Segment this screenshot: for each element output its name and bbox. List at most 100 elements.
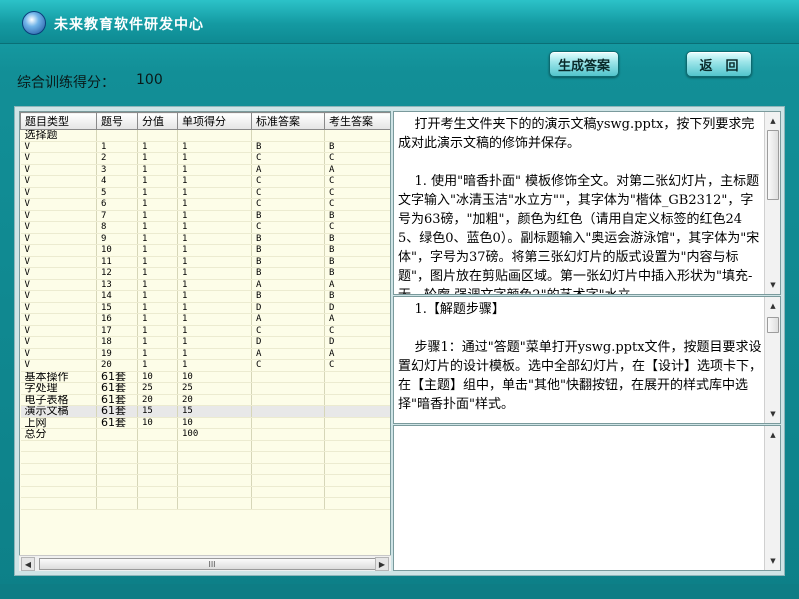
table-row[interactable]: 上网 61套 10 10	[20, 417, 390, 429]
table-row[interactable]: 总分 100	[20, 428, 390, 441]
empty-cell	[137, 451, 178, 464]
empty-cell	[251, 451, 325, 464]
table-cell: 1	[137, 152, 178, 165]
table-row[interactable]: V 19 1 1 A A	[20, 348, 390, 360]
back-button[interactable]: 返 回	[686, 51, 752, 77]
score-grid[interactable]: 题目类型 题号 分值 单项得分 标准答案 考生答案 选择题 V 1 1 1 B B V 2 1 1 C C V 3 1 1…	[19, 111, 391, 571]
table-cell: 字处理	[20, 382, 97, 395]
solution-scrollbar[interactable]: ▲ ▼	[764, 297, 780, 423]
table-cell: 9	[96, 233, 138, 245]
scroll-right-arrow-icon[interactable]: ▶	[375, 557, 389, 571]
table-cell	[251, 428, 325, 441]
table-row[interactable]: V 13 1 1 A A	[20, 279, 390, 291]
table-cell: C	[251, 221, 325, 234]
table-row[interactable]: 选择题	[20, 129, 390, 142]
scroll-up-arrow-icon[interactable]: ▲	[766, 299, 780, 313]
table-row[interactable]: V 18 1 1 D D	[20, 336, 390, 349]
table-row[interactable]: V811CC	[20, 221, 390, 234]
table-cell: C	[251, 325, 325, 337]
table-row[interactable]: V611CC	[20, 198, 390, 211]
table-cell: A	[251, 279, 325, 291]
table-cell: 1	[177, 152, 252, 165]
table-cell: D	[324, 336, 390, 349]
table-cell: B	[251, 267, 325, 280]
table-row[interactable]: V 14 1 1 B B	[20, 290, 390, 303]
empty-cell	[137, 497, 178, 510]
scroll-down-arrow-icon[interactable]: ▼	[766, 407, 780, 421]
blank-pane[interactable]: ▲ ▼	[393, 425, 781, 571]
table-row[interactable]: V211CC	[20, 152, 390, 165]
empty-cell	[177, 463, 252, 475]
empty-cell	[137, 463, 178, 475]
table-cell: 基本操作	[20, 371, 97, 383]
empty-cell	[177, 440, 252, 452]
app-logo-icon	[22, 11, 46, 35]
column-header[interactable]: 考生答案	[324, 112, 390, 130]
empty-cell	[251, 463, 325, 475]
table-cell: 18	[96, 336, 138, 349]
empty-cell	[96, 474, 138, 487]
column-header[interactable]: 标准答案	[251, 112, 325, 130]
table-row[interactable]: V 12 1 1 B B	[20, 267, 390, 280]
table-cell	[324, 129, 390, 142]
empty-cell	[324, 497, 390, 510]
solution-text-pane[interactable]: 1.【解题步骤】 步骤1：通过"答题"菜单打开yswg.pptx文件，按题目要求…	[393, 296, 781, 424]
table-cell: 1	[177, 336, 252, 349]
table-row[interactable]: V411CC	[20, 175, 390, 188]
table-row[interactable]: V 15 1 1 D D	[20, 302, 390, 314]
table-row[interactable]: V711BB	[20, 210, 390, 222]
table-cell: 1	[177, 279, 252, 291]
scroll-thumb[interactable]: III	[39, 558, 385, 570]
table-row[interactable]: V 16 1 1 A A	[20, 313, 390, 326]
empty-cell	[96, 463, 138, 475]
column-header[interactable]: 题号	[96, 112, 138, 130]
question-text-pane[interactable]: 打开考生文件夹下的的演示文稿yswg.pptx，按下列要求完成对此演示文稿的修饰…	[393, 111, 781, 295]
table-row[interactable]: V 17 1 1 C C	[20, 325, 390, 337]
table-cell: 选择题	[20, 129, 97, 142]
generate-answer-button[interactable]: 生成答案	[549, 51, 619, 77]
question-scroll-thumb[interactable]	[767, 130, 779, 200]
table-cell	[251, 371, 325, 383]
table-row[interactable]: 演示文稿 61套 15 15	[20, 405, 390, 418]
table-row[interactable]: V511CC	[20, 187, 390, 199]
table-cell: 100	[177, 428, 252, 441]
scroll-up-arrow-icon[interactable]: ▲	[766, 428, 780, 442]
table-cell	[324, 417, 390, 429]
empty-cell	[324, 451, 390, 464]
table-body: 选择题 V 1 1 1 B B V 2 1 1 C C V 3 1 1 A A V 4 1 1 C C V 5 1 1 C C V 6 1 1 C C V…	[20, 129, 390, 510]
table-cell: C	[251, 175, 325, 188]
table-cell: 1	[177, 233, 252, 245]
table-cell: 1	[177, 244, 252, 257]
question-scrollbar[interactable]: ▲ ▼	[764, 112, 780, 294]
table-row[interactable]: 字处理 61套 25 25	[20, 382, 390, 395]
table-cell: 1	[177, 175, 252, 188]
table-cell	[96, 129, 138, 142]
table-row[interactable]: V 10 1 1 B B	[20, 244, 390, 257]
empty-cell	[324, 463, 390, 475]
table-cell: 1	[177, 198, 252, 211]
scroll-down-arrow-icon[interactable]: ▼	[766, 554, 780, 568]
scroll-up-arrow-icon[interactable]: ▲	[766, 114, 780, 128]
grid-horizontal-scrollbar[interactable]: ◀ III ▶	[19, 555, 391, 571]
table-cell: B	[324, 210, 390, 222]
table-row[interactable]: V911BB	[20, 233, 390, 245]
table-cell	[96, 428, 138, 441]
table-row[interactable]: V311AA	[20, 164, 390, 176]
scroll-down-arrow-icon[interactable]: ▼	[766, 278, 780, 292]
column-header[interactable]: 题目类型	[20, 112, 97, 130]
table-cell: V	[20, 313, 97, 326]
solution-scroll-thumb[interactable]	[767, 317, 779, 333]
blank-pane-scrollbar[interactable]: ▲ ▼	[764, 426, 780, 570]
table-cell: 上网	[20, 417, 97, 429]
column-header[interactable]: 单项得分	[177, 112, 252, 130]
table-row[interactable]: 基本操作 61套 10 10	[20, 371, 390, 383]
column-header[interactable]: 分值	[137, 112, 178, 130]
table-row[interactable]: V111BB	[20, 141, 390, 153]
table-row[interactable]: 电子表格 61套 20 20	[20, 394, 390, 406]
title-bar[interactable]: 未来教育软件研发中心	[0, 0, 799, 44]
table-row[interactable]: V 11 1 1 B B	[20, 256, 390, 268]
scroll-left-arrow-icon[interactable]: ◀	[21, 557, 35, 571]
table-cell: 15	[137, 405, 178, 418]
table-cell	[251, 382, 325, 395]
table-row[interactable]: V 20 1 1 C C	[20, 359, 390, 372]
